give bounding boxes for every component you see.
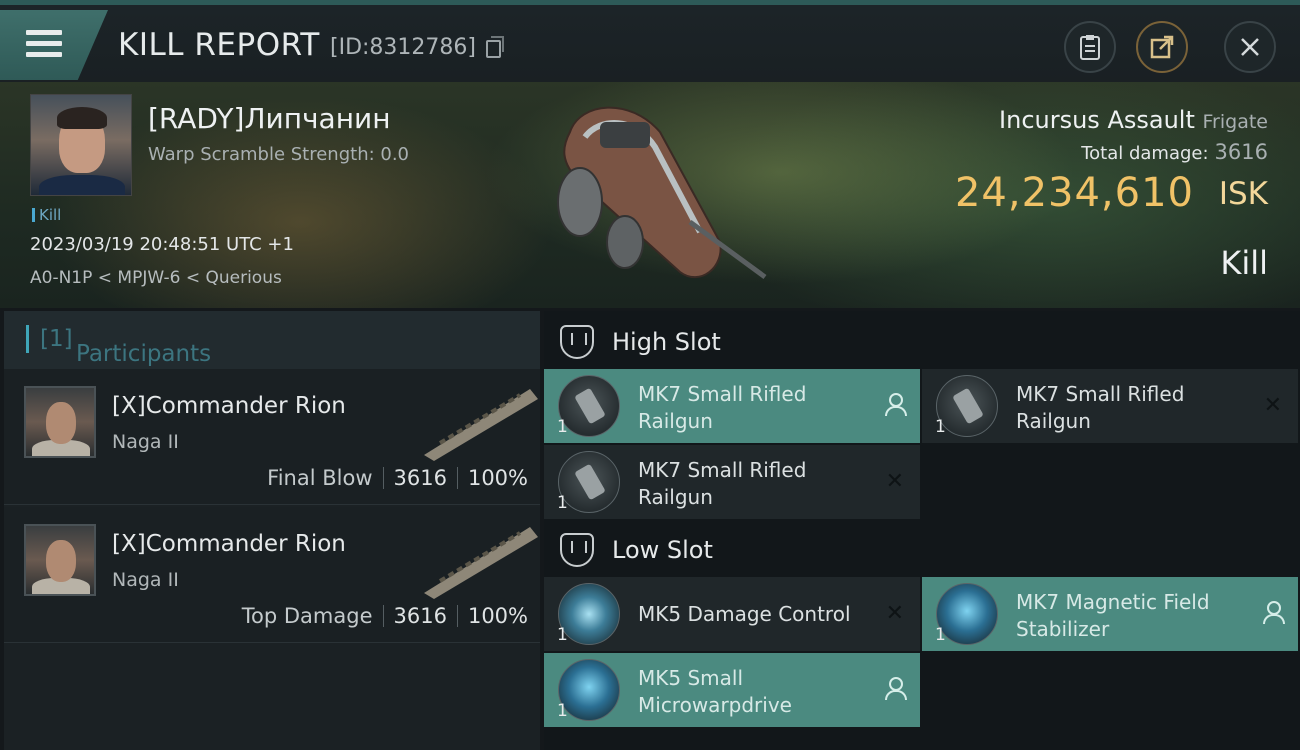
victim-ship-class: Frigate [1202, 111, 1268, 133]
dropped-person-icon [884, 393, 907, 416]
participant-ship: Naga II [112, 569, 179, 591]
module-slot[interactable]: 1 MK5 Damage Control ✕ [544, 577, 920, 651]
share-icon [1150, 35, 1174, 59]
module-slot[interactable]: 1 MK7 Magnetic Field Stabilizer [922, 577, 1298, 651]
participant-percent: 100% [467, 466, 528, 490]
participant-row[interactable]: [X]Commander Rion Naga II Final Blow 361… [4, 369, 540, 505]
module-name: MK5 Damage Control [638, 602, 851, 626]
isk-value: 24,234,610 [954, 170, 1194, 216]
participant-percent: 100% [467, 604, 528, 628]
isk-label: ISK [1218, 176, 1268, 212]
kill-tag-label: Kill [39, 206, 62, 224]
victim-ship-name[interactable]: Incursus Assault Frigate [999, 106, 1268, 134]
destroyed-icon: ✕ [885, 601, 904, 626]
module-slot[interactable]: 1 MK7 Small Rifled Railgun ✕ [922, 369, 1298, 443]
module-qty: 1 [935, 625, 946, 645]
participant-damage: 3616 [393, 466, 447, 490]
clipboard-button[interactable] [1064, 21, 1116, 73]
participants-count: [1] [40, 326, 73, 352]
dropped-person-icon [1262, 601, 1285, 624]
destroyed-icon: ✕ [1263, 393, 1282, 418]
module-name: MK7 Magnetic Field Stabilizer [1016, 590, 1210, 641]
copy-icon[interactable] [486, 36, 504, 58]
total-damage: Total damage: 3616 [1081, 140, 1268, 164]
victim-portrait[interactable] [30, 94, 132, 196]
total-damage-value: 3616 [1214, 140, 1268, 164]
participants-panel: Participants [1] [X]Commander Rion Naga … [4, 311, 540, 750]
kill-result: Kill [1220, 244, 1268, 282]
module-slot[interactable]: 1 MK7 Small Rifled Railgun ✕ [544, 445, 920, 519]
menu-button[interactable] [0, 10, 108, 80]
module-name: MK7 Small Rifled Railgun [638, 382, 807, 433]
clipboard-icon [1080, 35, 1100, 60]
dropped-person-icon [884, 677, 907, 700]
report-id: [ID:8312786] [330, 35, 476, 60]
module-slot[interactable]: 1 MK7 Small Rifled Railgun [544, 369, 920, 443]
participant-stats: Final Blow 3616 100% [267, 466, 528, 490]
kill-datetime: 2023/03/19 20:48:51 UTC +1 [30, 234, 294, 255]
menu-icon [26, 30, 62, 63]
victim-summary: [RADY]Липчанин Warp Scramble Strength: 0… [0, 82, 1300, 308]
participant-label: Top Damage [241, 604, 373, 628]
share-button[interactable] [1136, 21, 1188, 73]
participant-stats: Top Damage 3616 100% [242, 604, 528, 628]
participants-header: Participants [1] [4, 311, 540, 369]
high-slot-icon [560, 325, 594, 359]
participant-avatar[interactable] [24, 524, 96, 596]
participant-damage: 3616 [393, 604, 447, 628]
kill-location[interactable]: A0-N1P < MPJW-6 < Querious [30, 268, 282, 288]
close-icon [1241, 38, 1259, 56]
module-name: MK7 Small Rifled Railgun [1016, 382, 1185, 433]
participant-name: [X]Commander Rion [112, 393, 346, 419]
module-qty: 1 [557, 417, 568, 437]
participant-label: Final Blow [267, 466, 373, 490]
ship-image [557, 106, 767, 280]
weapon-image [424, 389, 538, 461]
top-bar: KILL REPORT [ID:8312786] [0, 0, 1300, 82]
close-button[interactable] [1224, 21, 1276, 73]
module-qty: 1 [935, 417, 946, 437]
module-qty: 1 [557, 701, 568, 721]
kill-tag: Kill [32, 206, 61, 224]
low-slot-header: Low Slot [544, 521, 1300, 579]
participant-ship: Naga II [112, 431, 179, 453]
module-name: MK7 Small Rifled Railgun [638, 458, 807, 509]
module-qty: 1 [557, 625, 568, 645]
page-title: KILL REPORT [118, 27, 320, 63]
module-qty: 1 [557, 493, 568, 513]
weapon-image [424, 527, 538, 599]
module-slot[interactable]: 1 MK5 Small Microwarpdrive [544, 653, 920, 727]
participant-name: [X]Commander Rion [112, 531, 346, 557]
fitting-panel: High Slot 1 MK7 Small Rifled Railgun 1 M… [544, 311, 1300, 750]
participant-avatar[interactable] [24, 386, 96, 458]
warp-scramble-strength: Warp Scramble Strength: 0.0 [148, 144, 410, 165]
participant-row[interactable]: [X]Commander Rion Naga II Top Damage 361… [4, 507, 540, 643]
high-slot-header: High Slot [544, 313, 1300, 371]
victim-name[interactable]: [RADY]Липчанин [148, 102, 391, 135]
low-slot-icon [560, 533, 594, 567]
module-name: MK5 Small Microwarpdrive [638, 666, 792, 717]
destroyed-icon: ✕ [885, 469, 904, 494]
